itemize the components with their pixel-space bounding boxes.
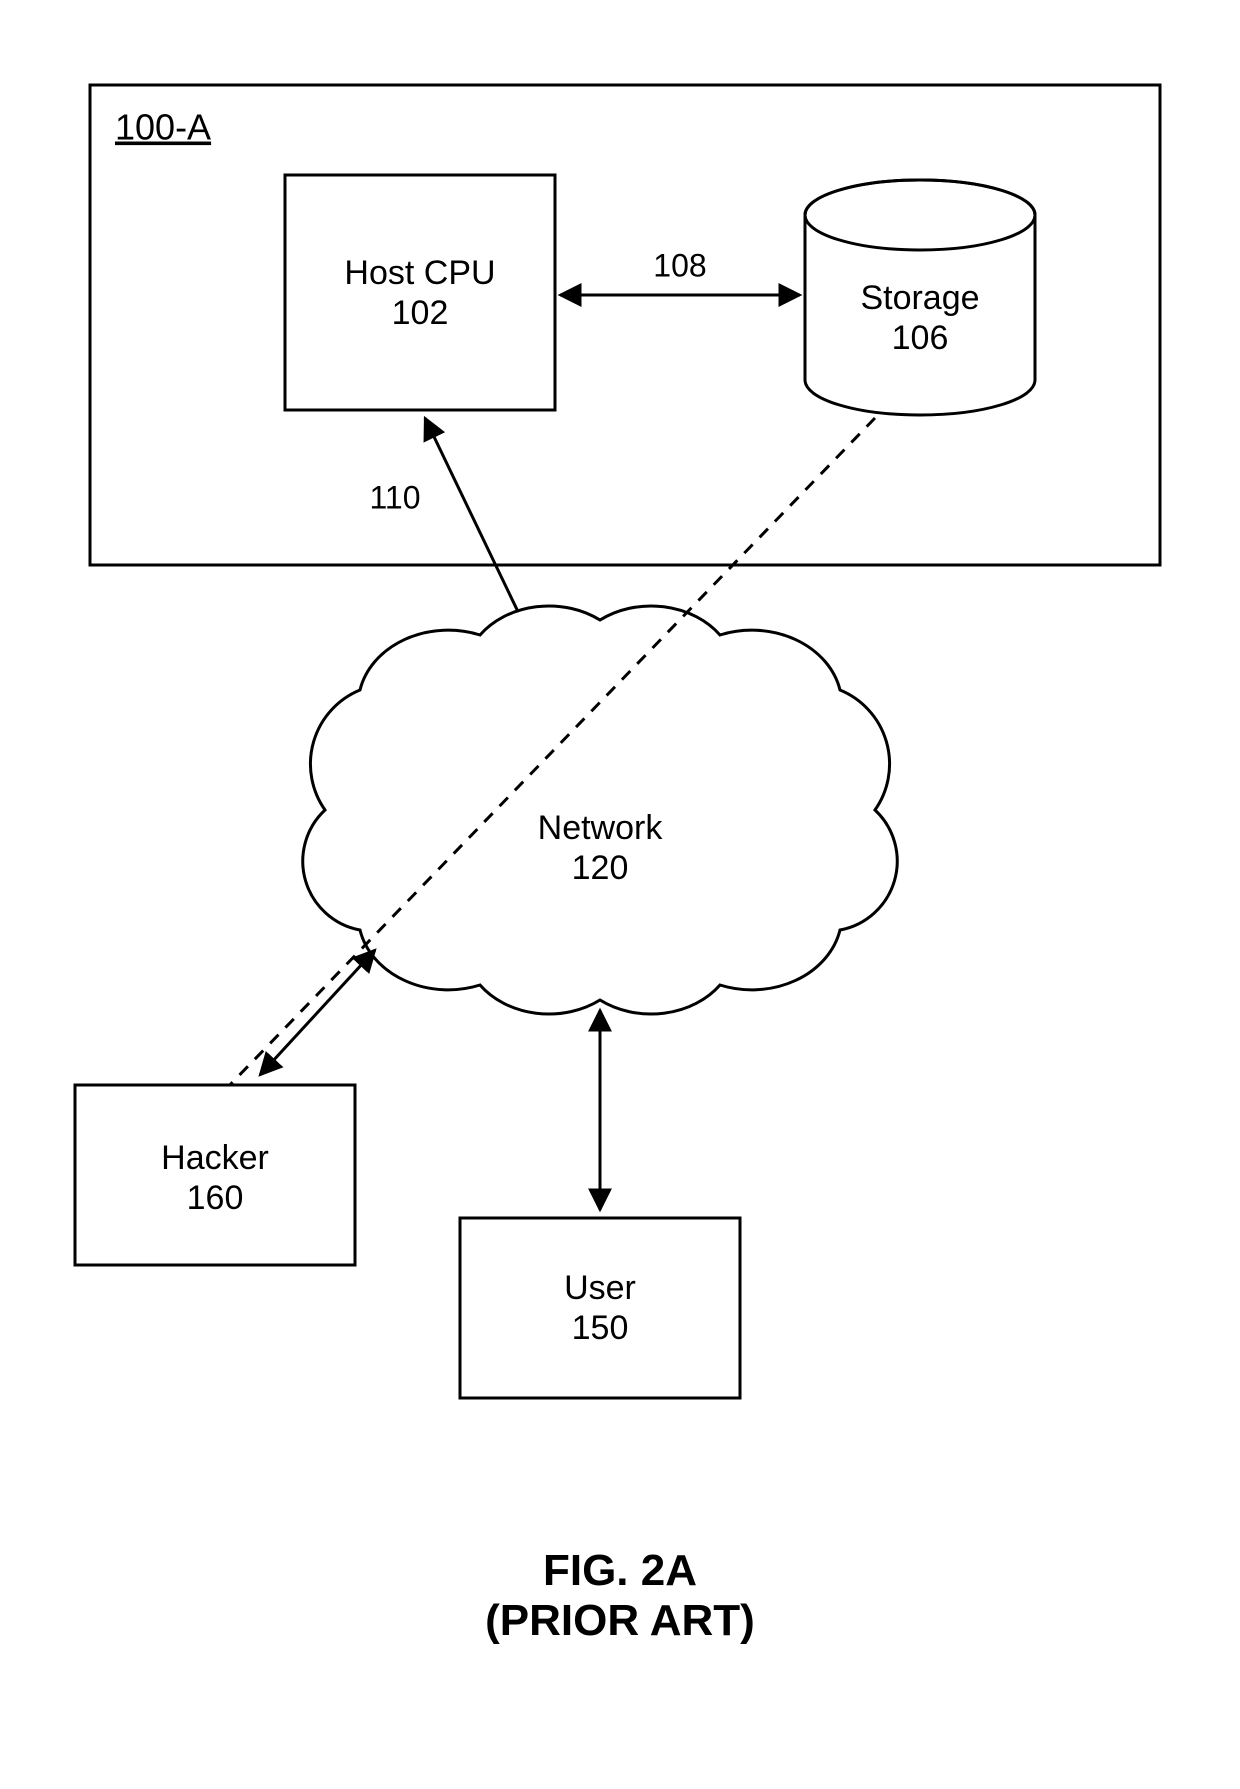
- host-cpu-title: Host CPU: [344, 254, 495, 292]
- system-id-label: 100-A: [115, 107, 211, 148]
- diagram-svg: 100-A Host CPU 102 Storage 106 108 110 N…: [0, 0, 1240, 1789]
- link-cpu-network-ref: 110: [369, 479, 420, 515]
- figure-caption-line2: (PRIOR ART): [485, 1596, 755, 1645]
- storage-ref: 106: [892, 319, 949, 357]
- network-title: Network: [538, 809, 664, 847]
- user-ref: 150: [572, 1309, 629, 1347]
- host-cpu-ref: 102: [392, 294, 449, 332]
- network-ref: 120: [572, 849, 629, 887]
- figure-caption-line1: FIG. 2A: [543, 1546, 697, 1595]
- hacker-title: Hacker: [161, 1139, 269, 1177]
- hacker-ref: 160: [187, 1179, 244, 1217]
- user-title: User: [564, 1269, 636, 1307]
- storage-title: Storage: [860, 279, 979, 317]
- link-cpu-storage-ref: 108: [653, 247, 706, 283]
- diagram-page: 100-A Host CPU 102 Storage 106 108 110 N…: [0, 0, 1240, 1789]
- link-network-hacker: [260, 950, 375, 1075]
- host-cpu-box: [285, 175, 555, 410]
